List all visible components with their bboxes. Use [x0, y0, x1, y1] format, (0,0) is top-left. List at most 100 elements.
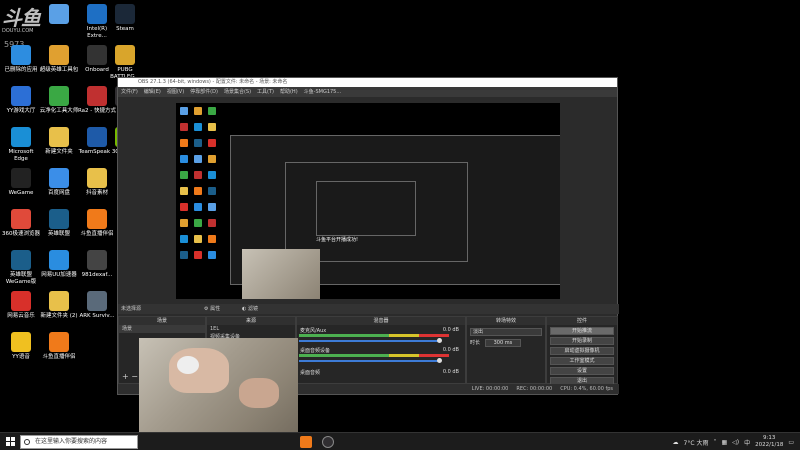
- mixer-panel: 混音器 麦克风/Aux 0.0 dB 桌面音频设备 0.0 dB 桌面音频 0.…: [296, 316, 466, 384]
- preview-desktop-tile: [208, 251, 216, 259]
- settings-button[interactable]: 设置: [550, 367, 614, 375]
- mixer-track-name: 桌面音频设备: [300, 348, 331, 354]
- network-icon[interactable]: ▦: [721, 439, 727, 446]
- add-scene-icon[interactable]: + −: [122, 372, 138, 381]
- menu-item[interactable]: 编辑(E): [144, 87, 161, 97]
- app-icon: [11, 291, 31, 311]
- desktop-icon-label: WeGame: [8, 190, 34, 196]
- desktop-icon[interactable]: 抖音素材: [79, 168, 115, 208]
- desktop-icon[interactable]: YY语音: [3, 332, 39, 372]
- clock-time: 9:13: [763, 435, 776, 441]
- desktop-icon[interactable]: 网易云音乐: [3, 291, 39, 331]
- nested-notice: 斗鱼平台开播成功!: [316, 237, 359, 243]
- menu-item[interactable]: 斗鱼-SMG175...: [304, 87, 341, 97]
- preview-webcam: [242, 249, 320, 299]
- desktop-icon[interactable]: 新建文件夹 (2): [40, 291, 78, 331]
- chevron-up-icon[interactable]: ˄: [713, 439, 716, 446]
- taskbar-douyu-icon[interactable]: [300, 436, 312, 448]
- clock[interactable]: 9:13 2022/1/18: [755, 435, 783, 449]
- desktop-icon[interactable]: 网易UU加速器: [41, 250, 77, 290]
- desktop: 斗鱼 DOUYU.COM 5973 Intel(R) Extre...Steam…: [0, 0, 800, 450]
- desktop-icon[interactable]: YY游戏大厅: [3, 86, 39, 126]
- volume-icon[interactable]: ◁): [732, 439, 739, 446]
- controls-title: 控件: [547, 317, 617, 325]
- taskbar-obs-icon[interactable]: [322, 436, 334, 448]
- desktop-icon-label: 斗鱼直播伴侣: [80, 231, 114, 237]
- app-icon: [11, 86, 31, 106]
- preview-desktop-tile: [208, 203, 216, 211]
- virtual-camera-button[interactable]: 启动虚拟摄像机: [550, 347, 614, 355]
- volume-slider[interactable]: [299, 340, 439, 342]
- desktop-icon[interactable]: 斗鱼直播伴侣: [41, 332, 77, 372]
- start-streaming-button[interactable]: 开始推流: [550, 327, 614, 335]
- menu-item[interactable]: 文件(F): [121, 87, 138, 97]
- app-icon: [49, 127, 69, 147]
- weather-text[interactable]: 7°C 大雨: [684, 438, 709, 447]
- app-icon: [11, 127, 31, 147]
- sources-title: 来源: [207, 317, 295, 325]
- desktop-icon[interactable]: 英雄联盟: [41, 209, 77, 249]
- desktop-icon-label: YY游戏大厅: [6, 108, 36, 114]
- search-placeholder: 在这里输入你要搜索的内容: [35, 438, 108, 445]
- desktop-icon[interactable]: 360极速浏览器: [2, 209, 40, 249]
- desktop-icon[interactable]: WeGame: [3, 168, 39, 208]
- system-tray: ☁ 7°C 大雨 ˄ ▦ ◁) 中 9:13 2022/1/18 ▭: [673, 433, 794, 450]
- desktop-icon[interactable]: 云净化工具大师: [40, 86, 78, 126]
- taskbar-search-input[interactable]: 在这里输入你要搜索的内容: [20, 435, 138, 449]
- transition-select[interactable]: 淡出: [470, 328, 542, 336]
- windows-start-icon[interactable]: [6, 437, 16, 447]
- menu-item[interactable]: 场景集合(S): [224, 87, 251, 97]
- menu-item[interactable]: 工具(T): [257, 87, 274, 97]
- filters-button[interactable]: ◐ 滤镜: [242, 304, 258, 314]
- desktop-icon[interactable]: Microsoft Edge: [3, 127, 39, 167]
- menu-item[interactable]: 视图(V): [167, 87, 184, 97]
- desktop-icon[interactable]: 斗鱼直播伴侣: [79, 209, 115, 249]
- app-icon: [49, 86, 69, 106]
- desktop-icon[interactable]: 981dexaf...: [79, 250, 115, 290]
- search-icon: [24, 439, 30, 445]
- desktop-icon[interactable]: 已删除的应用: [3, 45, 39, 85]
- desktop-icon-label: Steam: [116, 26, 134, 32]
- desktop-icon[interactable]: 超级英雄工具包: [40, 45, 78, 85]
- menu-item[interactable]: 停靠部件(D): [190, 87, 218, 97]
- preview-desktop-tile: [180, 139, 188, 147]
- desktop-icon[interactable]: [41, 4, 77, 44]
- desktop-icon[interactable]: ARK Surviv...: [79, 291, 115, 331]
- app-icon: [49, 250, 69, 270]
- volume-knob[interactable]: [437, 358, 442, 363]
- menu-item[interactable]: 帮助(H): [280, 87, 298, 97]
- obs-source-toolbar: 未选择源 ⚙ 属性 ◐ 滤镜: [118, 304, 619, 314]
- weather-icon[interactable]: ☁: [673, 439, 679, 446]
- desktop-icon[interactable]: 百度网盘: [41, 168, 77, 208]
- preview-desktop-tile: [194, 187, 202, 195]
- app-icon: [49, 45, 69, 65]
- preview-desktop-tile: [208, 123, 216, 131]
- obs-title-bar[interactable]: OBS 27.1.3 (64-bit, windows) - 配置文件: 未命名…: [118, 78, 617, 87]
- transitions-title: 转场特效: [467, 317, 545, 325]
- notification-icon[interactable]: ▭: [788, 439, 794, 446]
- desktop-icon[interactable]: Steam: [107, 4, 143, 44]
- duration-input[interactable]: 300 ms: [484, 339, 522, 347]
- preview-desktop-tile: [180, 251, 188, 259]
- input-language[interactable]: 中: [744, 438, 750, 447]
- desktop-icon[interactable]: 新建文件夹: [41, 127, 77, 167]
- start-recording-button[interactable]: 开始录制: [550, 337, 614, 345]
- app-icon: [87, 250, 107, 270]
- filters-label: 滤镜: [247, 306, 258, 312]
- desktop-icon-label: 网易云音乐: [7, 313, 35, 319]
- rec-time: REC: 00:00:00: [516, 386, 553, 392]
- app-icon: [11, 45, 31, 65]
- app-icon: [115, 4, 135, 24]
- volume-slider[interactable]: [299, 360, 439, 362]
- studio-mode-button[interactable]: 工作室模式: [550, 357, 614, 365]
- scene-item[interactable]: 场景: [119, 325, 205, 333]
- preview-desktop-tile: [180, 219, 188, 227]
- volume-knob[interactable]: [437, 338, 442, 343]
- obs-preview[interactable]: 斗鱼平台开播成功!: [176, 103, 560, 299]
- desktop-icon[interactable]: 英雄联盟 WeGame版: [3, 250, 39, 290]
- desktop-icon-label: 已删除的应用: [4, 67, 38, 73]
- desktop-icon-label: 百度网盘: [47, 190, 70, 196]
- taskbar: 在这里输入你要搜索的内容 ☁ 7°C 大雨 ˄ ▦ ◁) 中 9:13 2022…: [0, 432, 800, 450]
- properties-button[interactable]: ⚙ 属性: [204, 304, 220, 314]
- source-item[interactable]: 1EL: [207, 325, 295, 333]
